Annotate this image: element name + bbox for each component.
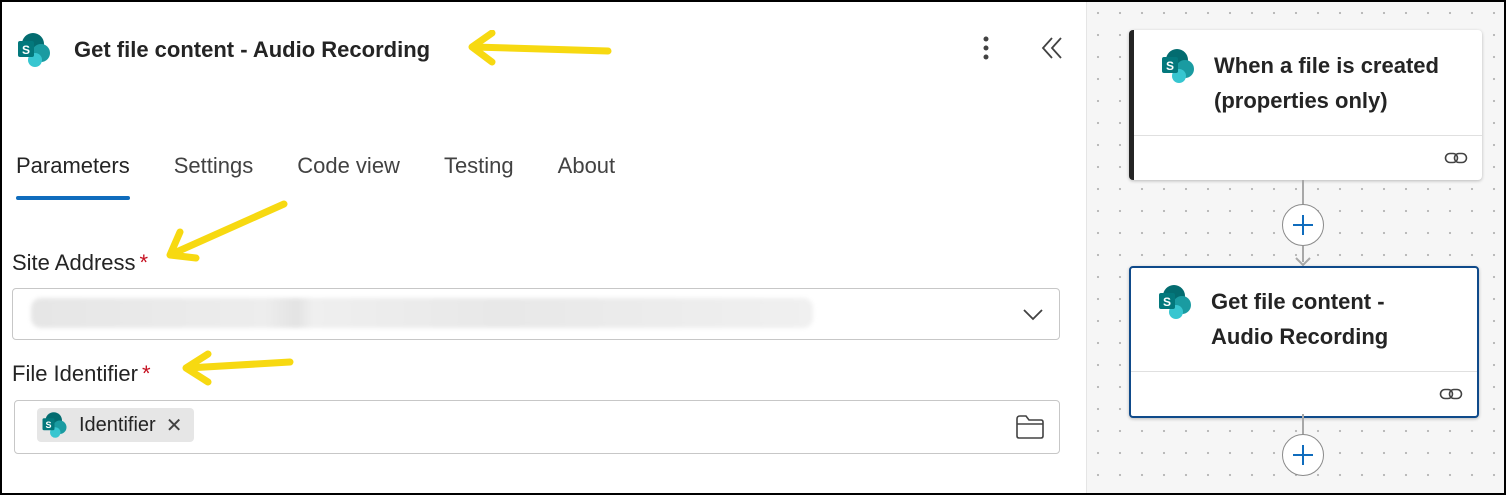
chevron-down-icon[interactable] (1021, 303, 1045, 325)
trigger-card[interactable]: S When a file is created (properties onl… (1129, 30, 1482, 180)
svg-text:S: S (22, 43, 30, 57)
trigger-card-footer (1134, 135, 1482, 180)
tab-bar: Parameters Settings Code view Testing Ab… (16, 148, 659, 200)
action-card-title: Get file content - Audio Recording (1211, 284, 1461, 354)
dynamic-content-token[interactable]: S Identifier ✕ (37, 408, 195, 442)
flow-connector (1302, 414, 1304, 434)
tab-code-view[interactable]: Code view (297, 148, 400, 188)
trigger-card-body: S When a file is created (properties onl… (1160, 48, 1464, 118)
site-address-value-redacted (31, 298, 813, 328)
site-address-label: Site Address * (12, 250, 148, 276)
tab-about[interactable]: About (558, 148, 616, 188)
action-card-title-line2: Audio Recording (1211, 324, 1389, 349)
trigger-card-title-line1: When a file is created (1214, 53, 1439, 78)
sharepoint-icon: S (42, 412, 67, 438)
annotation-arrow-icon (182, 350, 294, 386)
trigger-card-title-line2: (properties only) (1214, 88, 1388, 113)
sharepoint-icon: S (1162, 49, 1194, 83)
get-file-content-card[interactable]: S Get file content - Audio Recording (1129, 266, 1479, 418)
tab-parameters[interactable]: Parameters (16, 148, 130, 200)
svg-text:S: S (1163, 295, 1171, 309)
annotation-arrow-icon (166, 200, 288, 262)
flow-designer-canvas: S When a file is created (properties onl… (1086, 2, 1504, 493)
required-marker: * (139, 250, 149, 275)
site-address-dropdown[interactable] (12, 288, 1060, 340)
folder-icon[interactable] (1015, 413, 1045, 441)
sharepoint-icon: S (18, 33, 50, 67)
link-icon[interactable] (1439, 386, 1463, 402)
file-identifier-input[interactable]: S Identifier ✕ (14, 400, 1060, 454)
plus-icon (1293, 215, 1313, 235)
annotation-arrow-icon (468, 30, 612, 66)
plus-icon (1293, 445, 1313, 465)
panel-title: Get file content - Audio Recording (74, 37, 431, 62)
trigger-card-title: When a file is created (properties only) (1214, 48, 1464, 118)
more-vertical-icon[interactable] (974, 32, 998, 64)
site-address-label-text: Site Address (12, 250, 136, 275)
sharepoint-icon: S (1159, 285, 1191, 319)
insert-step-button[interactable] (1282, 204, 1324, 246)
screenshot-frame: S Get file content - Audio Recording Par… (0, 0, 1506, 495)
token-label: Identifier (79, 413, 156, 436)
required-marker: * (141, 361, 151, 386)
action-card-title-line1: Get file content - (1211, 289, 1385, 314)
flow-connector (1302, 180, 1304, 204)
tab-testing[interactable]: Testing (444, 148, 514, 188)
insert-step-button[interactable] (1282, 434, 1324, 476)
double-chevron-left-icon[interactable] (1038, 34, 1066, 62)
file-identifier-label: File Identifier * (12, 361, 151, 387)
file-identifier-label-text: File Identifier (12, 361, 138, 386)
svg-text:S: S (1166, 59, 1174, 73)
remove-token-icon[interactable]: ✕ (166, 413, 183, 438)
action-card-body: S Get file content - Audio Recording (1157, 284, 1461, 354)
tab-settings[interactable]: Settings (174, 148, 254, 188)
svg-text:S: S (45, 420, 51, 430)
panel-header: S Get file content - Audio Recording (16, 30, 430, 70)
action-details-panel: S Get file content - Audio Recording Par… (2, 2, 1086, 493)
action-card-footer (1131, 371, 1477, 416)
link-icon[interactable] (1444, 150, 1468, 166)
